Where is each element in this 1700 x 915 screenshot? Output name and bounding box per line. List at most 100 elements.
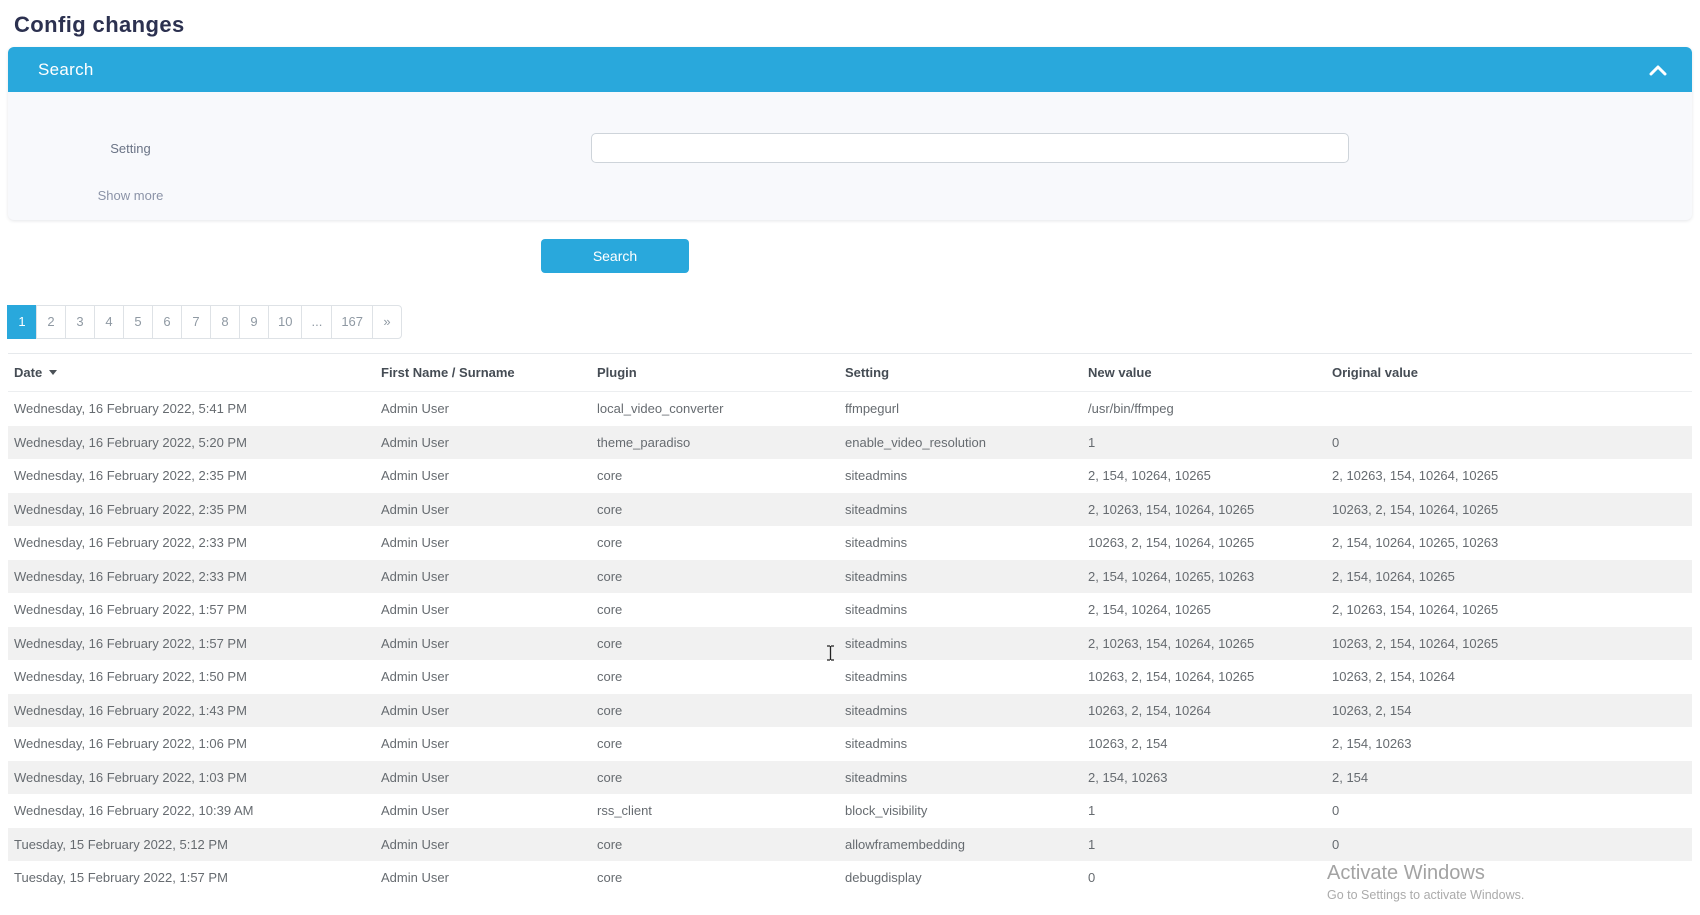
- pagination-page: 10: [268, 305, 302, 339]
- cell-name: Admin User: [375, 459, 591, 493]
- cell-date: Tuesday, 15 February 2022, 1:57 PM: [8, 861, 375, 895]
- cell-date: Tuesday, 15 February 2022, 5:12 PM: [8, 828, 375, 862]
- pagination-page: 167: [331, 305, 373, 339]
- cell-new-value: 1: [1082, 794, 1326, 828]
- page-link[interactable]: 167: [331, 305, 373, 339]
- page-link[interactable]: »: [372, 305, 402, 339]
- column-header-setting[interactable]: Setting: [839, 354, 1082, 392]
- cell-name: Admin User: [375, 560, 591, 594]
- page-link[interactable]: 3: [65, 305, 95, 339]
- cell-setting: siteadmins: [839, 694, 1082, 728]
- cell-new-value: 2, 10263, 154, 10264, 10265: [1082, 493, 1326, 527]
- search-panel-header[interactable]: Search: [8, 47, 1692, 92]
- cell-setting: siteadmins: [839, 660, 1082, 694]
- search-panel-body: Setting Show more: [8, 92, 1692, 220]
- cell-setting: allowframembedding: [839, 828, 1082, 862]
- cell-date: Wednesday, 16 February 2022, 2:35 PM: [8, 459, 375, 493]
- page-link[interactable]: 5: [123, 305, 153, 339]
- cell-name: Admin User: [375, 694, 591, 728]
- column-header-new-value[interactable]: New value: [1082, 354, 1326, 392]
- table-row: Wednesday, 16 February 2022, 1:57 PM Adm…: [8, 593, 1692, 627]
- cell-name: Admin User: [375, 794, 591, 828]
- chevron-up-icon[interactable]: [1648, 63, 1668, 77]
- page-link[interactable]: 1: [7, 305, 37, 339]
- cell-name: Admin User: [375, 761, 591, 795]
- cell-new-value: 10263, 2, 154: [1082, 727, 1326, 761]
- cell-original-value: 10263, 2, 154, 10264, 10265: [1326, 627, 1692, 661]
- cell-new-value: 0: [1082, 861, 1326, 895]
- setting-input[interactable]: [591, 133, 1349, 163]
- cell-name: Admin User: [375, 727, 591, 761]
- cell-original-value: [1326, 392, 1692, 426]
- config-table-body: Wednesday, 16 February 2022, 5:41 PM Adm…: [8, 392, 1692, 895]
- cell-date: Wednesday, 16 February 2022, 1:06 PM: [8, 727, 375, 761]
- table-row: Wednesday, 16 February 2022, 2:33 PM Adm…: [8, 560, 1692, 594]
- page-link[interactable]: 2: [36, 305, 66, 339]
- cell-original-value: 10263, 2, 154, 10264: [1326, 660, 1692, 694]
- table-row: Wednesday, 16 February 2022, 10:39 AM Ad…: [8, 794, 1692, 828]
- table-row: Wednesday, 16 February 2022, 2:35 PM Adm…: [8, 459, 1692, 493]
- cell-original-value: 10263, 2, 154, 10264, 10265: [1326, 493, 1692, 527]
- cell-new-value: /usr/bin/ffmpeg: [1082, 392, 1326, 426]
- cell-plugin: core: [591, 660, 839, 694]
- search-button[interactable]: Search: [541, 239, 689, 273]
- cell-new-value: 10263, 2, 154, 10264, 10265: [1082, 660, 1326, 694]
- cell-setting: siteadmins: [839, 593, 1082, 627]
- show-more-link[interactable]: Show more: [8, 188, 253, 203]
- cell-plugin: core: [591, 727, 839, 761]
- page-link[interactable]: 4: [94, 305, 124, 339]
- cell-date: Wednesday, 16 February 2022, 1:50 PM: [8, 660, 375, 694]
- cell-new-value: 10263, 2, 154, 10264: [1082, 694, 1326, 728]
- cell-date: Wednesday, 16 February 2022, 5:20 PM: [8, 426, 375, 460]
- pagination-page: 3: [65, 305, 95, 339]
- cell-original-value: 0: [1326, 426, 1692, 460]
- page-link[interactable]: 8: [210, 305, 240, 339]
- table-header-row: Date First Name / Surname Plugin Setting…: [8, 354, 1692, 392]
- cell-setting: siteadmins: [839, 493, 1082, 527]
- cell-new-value: 1: [1082, 426, 1326, 460]
- table-row: Tuesday, 15 February 2022, 1:57 PM Admin…: [8, 861, 1692, 895]
- cell-date: Wednesday, 16 February 2022, 5:41 PM: [8, 392, 375, 426]
- cell-setting: siteadmins: [839, 761, 1082, 795]
- cell-new-value: 2, 10263, 154, 10264, 10265: [1082, 627, 1326, 661]
- cell-date: Wednesday, 16 February 2022, 1:03 PM: [8, 761, 375, 795]
- cell-date: Wednesday, 16 February 2022, 1:57 PM: [8, 627, 375, 661]
- cell-setting: siteadmins: [839, 560, 1082, 594]
- page-link[interactable]: 6: [152, 305, 182, 339]
- cell-original-value: 2, 154, 10263: [1326, 727, 1692, 761]
- cell-date: Wednesday, 16 February 2022, 2:33 PM: [8, 560, 375, 594]
- page-link[interactable]: 10: [268, 305, 302, 339]
- cell-new-value: 10263, 2, 154, 10264, 10265: [1082, 526, 1326, 560]
- cell-original-value: 2, 154, 10264, 10265: [1326, 560, 1692, 594]
- cell-name: Admin User: [375, 426, 591, 460]
- pagination-page: 5: [123, 305, 153, 339]
- page-link[interactable]: ...: [301, 305, 332, 339]
- table-row: Tuesday, 15 February 2022, 5:12 PM Admin…: [8, 828, 1692, 862]
- cell-setting: siteadmins: [839, 459, 1082, 493]
- cell-name: Admin User: [375, 627, 591, 661]
- cell-plugin: core: [591, 761, 839, 795]
- column-header-date[interactable]: Date: [8, 354, 375, 392]
- cell-setting: enable_video_resolution: [839, 426, 1082, 460]
- cell-name: Admin User: [375, 526, 591, 560]
- cell-original-value: 2, 154: [1326, 761, 1692, 795]
- cell-setting: ffmpegurl: [839, 392, 1082, 426]
- cell-plugin: rss_client: [591, 794, 839, 828]
- cell-setting: siteadmins: [839, 526, 1082, 560]
- column-header-name[interactable]: First Name / Surname: [375, 354, 591, 392]
- page-link[interactable]: 7: [181, 305, 211, 339]
- pagination-page: 4: [94, 305, 124, 339]
- cell-setting: siteadmins: [839, 627, 1082, 661]
- column-header-original-value[interactable]: Original value: [1326, 354, 1692, 392]
- cell-plugin: local_video_converter: [591, 392, 839, 426]
- cell-new-value: 2, 154, 10264, 10265, 10263: [1082, 560, 1326, 594]
- cell-original-value: 2, 154, 10264, 10265, 10263: [1326, 526, 1692, 560]
- page-link[interactable]: 9: [239, 305, 269, 339]
- cell-plugin: core: [591, 526, 839, 560]
- cell-original-value: [1326, 861, 1692, 895]
- column-header-plugin[interactable]: Plugin: [591, 354, 839, 392]
- cell-new-value: 2, 154, 10264, 10265: [1082, 459, 1326, 493]
- cell-plugin: core: [591, 861, 839, 895]
- cell-new-value: 2, 154, 10263: [1082, 761, 1326, 795]
- cell-plugin: core: [591, 459, 839, 493]
